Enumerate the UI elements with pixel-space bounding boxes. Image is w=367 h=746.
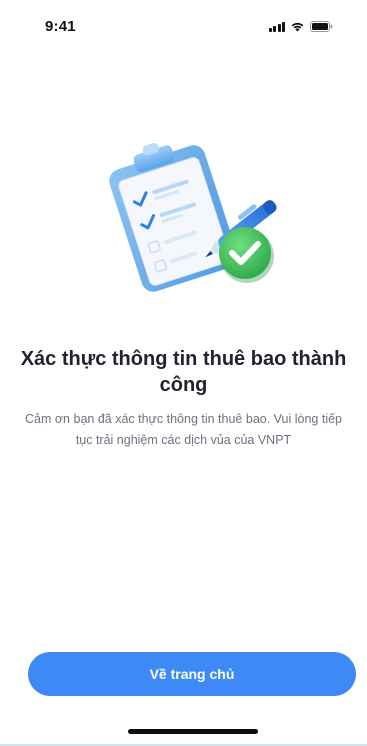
back-to-home-button[interactable]: Về trang chủ xyxy=(28,652,356,696)
wifi-icon xyxy=(290,21,305,32)
clipboard-checklist-illustration xyxy=(95,132,295,302)
status-bar: 9:41 xyxy=(0,0,367,44)
status-icons xyxy=(268,20,334,32)
status-time: 9:41 xyxy=(45,18,76,35)
page-title: Xác thực thông tin thuê bao thành công xyxy=(20,348,347,396)
page-description: Cảm ơn bạn đã xác thực thông tin thuê ba… xyxy=(25,412,342,447)
subscriber-verification-success-screen: 9:41 Xác thực thông tin thuê bao thành c… xyxy=(0,0,367,746)
home-indicator[interactable] xyxy=(128,729,258,734)
battery-icon xyxy=(310,21,333,32)
signal-icon xyxy=(268,21,285,32)
